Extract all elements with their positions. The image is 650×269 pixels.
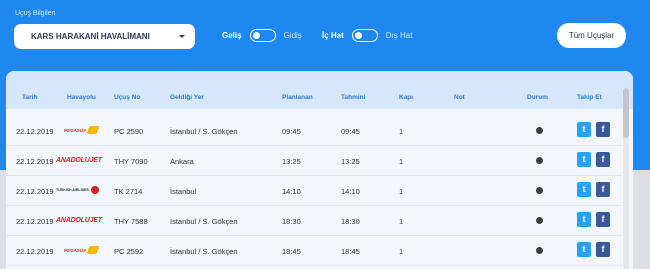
- cell-planned: 13:25: [282, 157, 301, 166]
- scrollbar-thumb[interactable]: [623, 88, 629, 138]
- twitter-icon[interactable]: t: [577, 212, 591, 227]
- cell-gate: 1: [399, 187, 404, 196]
- column-header-gate: Kapı: [399, 94, 414, 101]
- airport-select-value: KARS HARAKANİ HAVALİMANI: [31, 32, 150, 41]
- table-row: 22.12.2019 PEGASUS PC 2590 İstanbul / S.…: [6, 116, 622, 146]
- pegasus-logo: PEGASUS: [64, 124, 100, 136]
- column-header-estimated: Tahmini: [341, 94, 366, 101]
- facebook-icon[interactable]: f: [596, 152, 610, 167]
- scope-on-label: İç Hat: [322, 31, 344, 40]
- cell-flight-no: THY 7090: [114, 157, 148, 166]
- direction-off-label: Gidiş: [283, 31, 302, 40]
- facebook-icon[interactable]: f: [596, 182, 610, 197]
- facebook-icon[interactable]: f: [596, 242, 610, 257]
- section-label: Uçuş Bilgileri: [15, 10, 56, 17]
- column-header-flight-no: Uçuş No: [114, 94, 141, 101]
- table-header: Tarih Havayolu Uçuş No Geldiği Yer Planl…: [6, 71, 633, 109]
- cell-gate: 1: [399, 247, 404, 256]
- table-row: 22.12.2019 PEGASUS PC 2592 İstanbul / S.…: [6, 236, 622, 266]
- table-scrollbar[interactable]: [623, 88, 629, 269]
- cell-planned: 09:45: [282, 127, 301, 136]
- cell-estimated: 13:25: [341, 157, 360, 166]
- cell-estimated: 09:45: [341, 127, 360, 136]
- anadolujet-logo: ANADOLUJET: [56, 216, 102, 224]
- column-header-note: Not: [454, 94, 465, 101]
- table-row: 22.12.2019 ANADOLUJET THY 7588 İstanbul …: [6, 206, 622, 236]
- cell-estimated: 18:45: [341, 247, 360, 256]
- pegasus-logo: PEGASUS: [64, 244, 100, 256]
- cell-origin: İstanbul: [170, 187, 197, 196]
- column-header-follow: Takip Et: [577, 94, 602, 101]
- flights-table-card: Tarih Havayolu Uçuş No Geldiği Yer Planl…: [6, 71, 633, 269]
- facebook-icon[interactable]: f: [596, 122, 610, 137]
- cell-gate: 1: [399, 217, 404, 226]
- direction-on-label: Geliş: [222, 31, 242, 40]
- direction-toggle-switch[interactable]: [249, 29, 276, 42]
- cell-gate: 1: [399, 157, 404, 166]
- cell-date: 22.12.2019: [16, 127, 54, 136]
- column-header-airline: Havayolu: [67, 94, 96, 101]
- cell-flight-no: THY 7588: [114, 217, 148, 226]
- cell-planned: 18:30: [282, 217, 301, 226]
- cell-estimated: 14:10: [341, 187, 360, 196]
- airport-select[interactable]: KARS HARAKANİ HAVALİMANI: [14, 24, 195, 49]
- cell-flight-no: TK 2714: [114, 187, 143, 196]
- cell-flight-no: PC 2592: [114, 247, 144, 256]
- toggle-knob: [354, 31, 362, 39]
- anadolujet-logo: ANADOLUJET: [56, 156, 102, 164]
- column-header-planned: Planlanan: [282, 94, 313, 101]
- status-dot-icon: [536, 157, 543, 164]
- cell-planned: 18:45: [282, 247, 301, 256]
- cell-flight-no: PC 2590: [114, 127, 144, 136]
- twitter-icon[interactable]: t: [577, 242, 591, 257]
- table-row: 22.12.2019 ANADOLUJET THY 7090 Ankara 13…: [6, 146, 622, 176]
- cell-origin: Ankara: [170, 157, 194, 166]
- cell-origin: İstanbul / S. Gökçen: [170, 247, 238, 256]
- cell-origin: İstanbul / S. Gökçen: [170, 217, 238, 226]
- cell-origin: İstanbul / S. Gökçen: [170, 127, 238, 136]
- status-dot-icon: [536, 127, 543, 134]
- cell-date: 22.12.2019: [16, 247, 54, 256]
- direction-toggle-group: Geliş Gidiş: [222, 29, 302, 42]
- toggle-knob: [252, 31, 260, 39]
- table-row: 22.12.2019 TURKISH AIRLINES TK 2714 İsta…: [6, 176, 622, 206]
- scope-toggle-switch[interactable]: [351, 29, 378, 42]
- cell-date: 22.12.2019: [16, 157, 54, 166]
- cell-estimated: 18:30: [341, 217, 360, 226]
- column-header-status: Durum: [527, 94, 548, 101]
- column-header-origin: Geldiği Yer: [170, 94, 204, 101]
- status-dot-icon: [536, 217, 543, 224]
- facebook-icon[interactable]: f: [596, 212, 610, 227]
- twitter-icon[interactable]: t: [577, 122, 591, 137]
- twitter-icon[interactable]: t: [577, 152, 591, 167]
- cell-date: 22.12.2019: [16, 217, 54, 226]
- all-flights-button[interactable]: Tüm Uçuşlar: [557, 23, 626, 48]
- turkish-airlines-logo: TURKISH AIRLINES: [56, 184, 99, 196]
- status-dot-icon: [536, 187, 543, 194]
- twitter-icon[interactable]: t: [577, 182, 591, 197]
- cell-gate: 1: [399, 127, 404, 136]
- status-dot-icon: [536, 247, 543, 254]
- scope-off-label: Dış Hat: [385, 31, 413, 40]
- column-header-date: Tarih: [22, 94, 38, 101]
- cell-planned: 14:10: [282, 187, 301, 196]
- scope-toggle-group: İç Hat Dış Hat: [322, 29, 412, 42]
- cell-date: 22.12.2019: [16, 187, 54, 196]
- chevron-down-icon: [179, 35, 185, 38]
